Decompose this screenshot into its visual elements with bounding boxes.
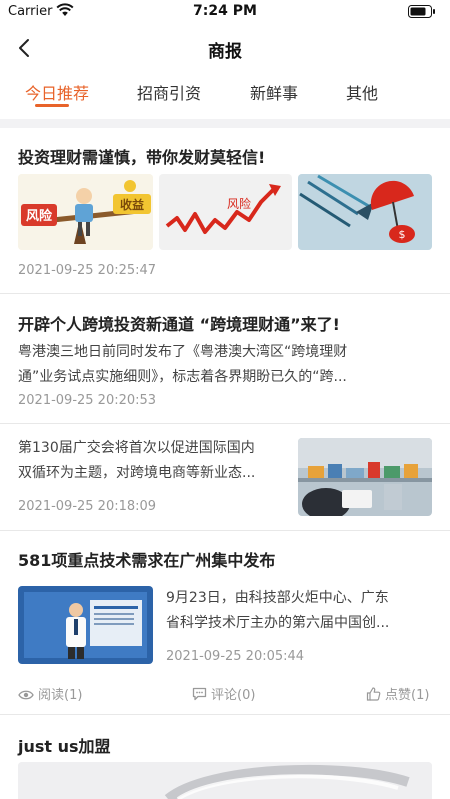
- read-count[interactable]: 阅读(1): [18, 684, 82, 703]
- article-time: 2021-09-25 20:05:44: [166, 649, 305, 664]
- like-button[interactable]: 点赞(1): [366, 684, 429, 703]
- article-title: 581项重点技术需求在广州集中发布: [18, 551, 276, 570]
- article-summary-line: 第130届广交会将首次以促进国际国内: [18, 440, 255, 456]
- comment-count-label: 评论(0): [211, 688, 256, 703]
- comment-icon: [192, 687, 207, 701]
- article-time: 2021-09-25 20:25:47: [18, 263, 157, 278]
- reward-caption: 收益: [120, 197, 144, 212]
- page-title: 商报: [208, 42, 242, 62]
- article-title: 开辟个人跨境投资新通道 “跨境理财通”来了!: [18, 315, 340, 334]
- article-image-risk-chart: 风险: [159, 174, 292, 250]
- divider: [0, 293, 450, 294]
- tab-news[interactable]: 新鲜事: [250, 80, 298, 104]
- tab-other[interactable]: 其他: [346, 80, 378, 104]
- status-bar: Carrier 7:24 PM: [0, 0, 450, 26]
- article-image-trade-fair: [298, 438, 432, 516]
- divider: [0, 714, 450, 715]
- article-title: just us加盟: [18, 737, 111, 756]
- tab-today-recommend[interactable]: 今日推荐: [25, 80, 89, 104]
- tab-investment[interactable]: 招商引资: [137, 80, 201, 104]
- article-time: 2021-09-25 20:20:53: [18, 393, 157, 408]
- active-tab-indicator: [35, 104, 69, 107]
- article-image-risk-reward: 风险 收益: [18, 174, 153, 250]
- article-summary: 9月23日，由科技部火炬中心、广东 省科学技术厅主办的第六届中国创...: [166, 586, 436, 636]
- divider: [0, 530, 450, 531]
- chart-risk-caption: 风险: [227, 196, 251, 211]
- article-image-umbrella: $: [298, 174, 432, 250]
- like-count-label: 点赞(1): [385, 688, 430, 703]
- article-time: 2021-09-25 20:18:09: [18, 499, 157, 514]
- article-image-conference: [18, 586, 153, 664]
- battery-icon: [408, 5, 435, 18]
- eye-icon: [18, 690, 34, 700]
- article-summary-line: 双循环为主题，对跨境电商等新业态...: [18, 465, 256, 481]
- article-summary-line: 粤港澳三地日前同时发布了《粤港澳大湾区“跨境理财: [18, 344, 348, 360]
- comment-button[interactable]: 评论(0): [192, 684, 255, 703]
- article-summary: 第130届广交会将首次以促进国际国内 双循环为主题，对跨境电商等新业态...: [18, 436, 290, 486]
- risk-caption: 风险: [26, 208, 53, 224]
- read-count-label: 阅读(1): [38, 688, 83, 703]
- article-title: 投资理财需谨慎，带你发财莫轻信!: [18, 148, 266, 167]
- section-gap: [0, 119, 450, 128]
- thumbs-up-icon: [366, 687, 381, 701]
- clock: 7:24 PM: [193, 3, 257, 19]
- article-image-ring: [18, 762, 432, 799]
- divider: [0, 423, 450, 424]
- category-tabs: 今日推荐 招商引资 新鲜事 其他: [0, 72, 450, 112]
- article-summary-line: 省科学技术厅主办的第六届中国创...: [166, 615, 390, 631]
- svg-text:$: $: [399, 228, 406, 241]
- article-summary-line: 9月23日，由科技部火炬中心、广东: [166, 590, 389, 606]
- article-summary-line: 通”业务试点实施细则》，标志着各界期盼已久的“跨...: [18, 369, 347, 385]
- article-summary: 粤港澳三地日前同时发布了《粤港澳大湾区“跨境理财 通”业务试点实施细则》，标志着…: [18, 340, 438, 390]
- nav-bar: 商报: [0, 26, 450, 70]
